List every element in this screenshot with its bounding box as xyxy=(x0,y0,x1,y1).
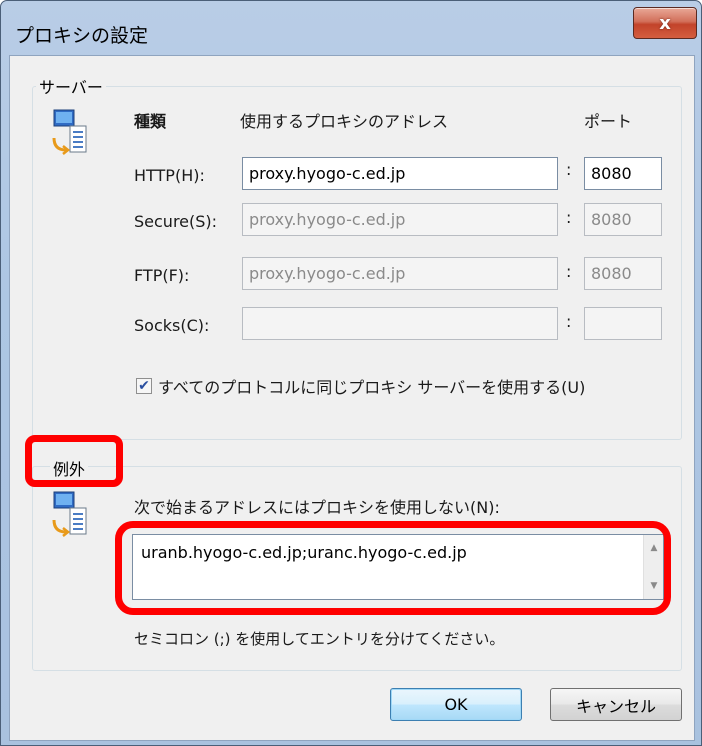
title-bar[interactable]: プロキシの設定 x xyxy=(1,1,701,55)
proxy-settings-window: プロキシの設定 x サーバー 種類 使用するプロキシのアドレス ポート HTTP… xyxy=(0,0,702,746)
secure-address-input: proxy.hyogo-c.ed.jp xyxy=(242,203,558,236)
exceptions-hint: セミコロン (;) を使用してエントリを分けてください。 xyxy=(134,630,505,648)
secure-port-input: 8080 xyxy=(584,203,662,236)
close-button[interactable]: x xyxy=(633,7,697,39)
http-port-input[interactable]: 8080 xyxy=(584,157,662,190)
server-group-label: サーバー xyxy=(36,74,106,98)
secure-colon: : xyxy=(566,208,572,227)
exceptions-field-highlight xyxy=(115,521,671,615)
ftp-port-input: 8080 xyxy=(584,257,662,290)
exceptions-description: 次で始まるアドレスにはプロキシを使用しない(N): xyxy=(134,498,500,517)
socks-colon: : xyxy=(566,312,572,331)
close-icon: x xyxy=(659,12,671,34)
ftp-colon: : xyxy=(566,262,572,281)
window-title: プロキシの設定 xyxy=(15,25,149,47)
http-label: HTTP(H): xyxy=(134,166,205,185)
exceptions-label-highlight xyxy=(25,435,123,487)
cancel-button[interactable]: キャンセル xyxy=(550,688,682,721)
same-proxy-checkbox[interactable]: ✔ xyxy=(136,378,152,394)
checkmark-icon: ✔ xyxy=(138,378,150,394)
ftp-address-input: proxy.hyogo-c.ed.jp xyxy=(242,257,558,290)
socks-label: Socks(C): xyxy=(134,316,210,335)
secure-label: Secure(S): xyxy=(134,212,218,231)
column-header-type: 種類 xyxy=(134,112,167,131)
computer-network-icon xyxy=(52,109,87,155)
column-header-port: ポート xyxy=(584,112,633,131)
computer-network-icon xyxy=(52,491,87,537)
http-address-input[interactable]: proxy.hyogo-c.ed.jp xyxy=(242,157,558,190)
ok-button[interactable]: OK xyxy=(390,688,522,721)
dialog-client-area: サーバー 種類 使用するプロキシのアドレス ポート HTTP(H): proxy… xyxy=(9,55,695,741)
socks-address-input xyxy=(242,307,558,340)
socks-port-input xyxy=(584,307,662,340)
same-proxy-checkbox-label[interactable]: すべてのプロトコルに同じプロキシ サーバーを使用する(U) xyxy=(158,374,585,398)
http-colon: : xyxy=(566,160,572,179)
column-header-address: 使用するプロキシのアドレス xyxy=(240,112,449,131)
ftp-label: FTP(F): xyxy=(134,266,190,285)
